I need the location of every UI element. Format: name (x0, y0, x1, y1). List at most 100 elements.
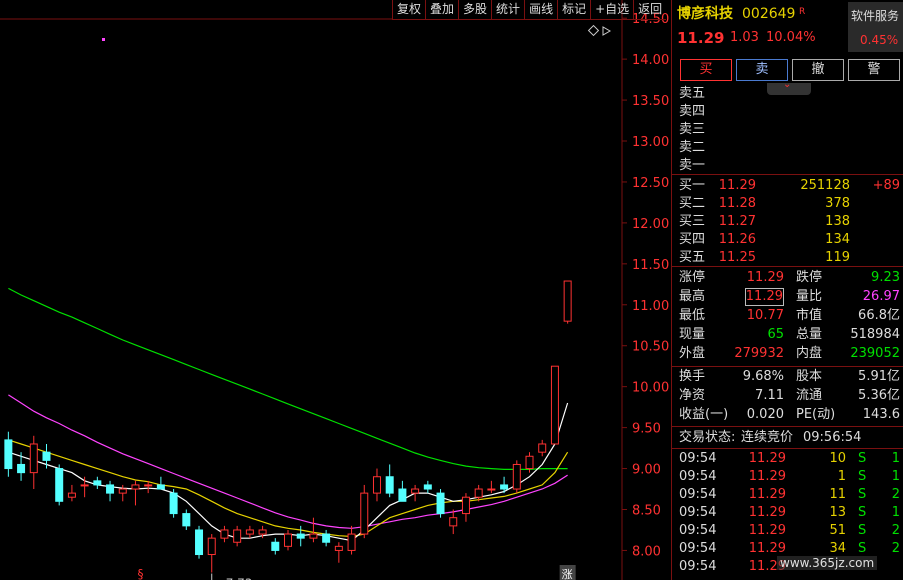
tick-price: 11.29 (748, 469, 786, 484)
stat-value: 9.68% (742, 369, 784, 384)
stat-label: 最高 (679, 289, 706, 304)
price-tick-label: 13.50 (632, 94, 669, 109)
candle-body (207, 537, 216, 556)
bid-price: 11.28 (718, 196, 756, 211)
stat-value: 65 (767, 327, 784, 342)
tick-time: 09:54 (679, 559, 717, 574)
stat-label: 最低 (679, 308, 706, 323)
trade-status-value: 连续竞价 (741, 430, 794, 445)
tick-price: 11.29 (748, 523, 786, 538)
quote-panel: 博彦科技 002649 R 11.29 1.03 10.04% 软件服务 0.4… (671, 0, 903, 580)
ask-label: 卖五 (679, 86, 706, 101)
bid-price: 11.29 (718, 178, 756, 193)
watermark: www.365jz.com (777, 556, 878, 570)
bid-label: 买四 (679, 232, 706, 247)
stat-label: 换手 (679, 369, 706, 384)
toolbar-item[interactable]: 统计 (491, 0, 524, 19)
stat-value: 5.91亿 (858, 369, 900, 384)
tick-count: 2 (891, 541, 900, 556)
candle-body (334, 545, 343, 551)
tick-price: 11.29 (748, 487, 786, 502)
tick-count: 1 (891, 505, 900, 520)
tick-volume: 13 (829, 505, 846, 520)
candle-body (118, 488, 127, 494)
ma5-line (8, 402, 569, 542)
candle-body (93, 480, 102, 486)
stock-name: 博彦科技 (677, 6, 733, 22)
bid-label: 买一 (679, 178, 706, 193)
stat-label: 涨停 (679, 270, 706, 285)
sector-box[interactable]: 软件服务 0.45% (848, 2, 903, 52)
toolbar-item[interactable]: 叠加 (425, 0, 458, 19)
buy-button[interactable]: 买 (680, 59, 732, 81)
stat-value: 7.11 (755, 388, 784, 403)
bid-volume: 119 (825, 250, 850, 265)
stat-label: 流通 (796, 388, 823, 403)
bid-label: 买二 (679, 196, 706, 211)
percent-change: 10.04% (766, 30, 816, 45)
toolbar-item[interactable]: 返回 (633, 0, 666, 19)
candlestick-chart[interactable]: 14.5014.0013.5013.0012.5012.0011.5011.00… (0, 0, 671, 580)
toolbar-item[interactable]: 多股 (458, 0, 491, 19)
chart-toolbar: 复权 叠加 多股 统计 画线 标记 +自选 返回 (392, 0, 667, 20)
candle-body (220, 529, 229, 539)
candle-body (398, 488, 407, 502)
tick-volume: 10 (829, 451, 846, 466)
price-tick-label: 10.50 (632, 340, 669, 355)
alert-button[interactable]: 警 (848, 59, 900, 81)
candle-body (4, 439, 13, 470)
price-tick-label: 13.00 (632, 135, 669, 150)
candle-body (347, 533, 356, 551)
cancel-button[interactable]: 撤 (792, 59, 844, 81)
price-tick-label: 9.50 (632, 422, 661, 437)
candle-body (550, 365, 559, 445)
trade-status-label: 交易状态: (679, 430, 736, 445)
tick-price: 11.29 (748, 505, 786, 520)
stat-value: 5.36亿 (858, 388, 900, 403)
tick-count: 1 (891, 469, 900, 484)
sell-button[interactable]: 卖 (736, 59, 788, 81)
stat-value: 239052 (850, 346, 900, 361)
candle-body (372, 476, 381, 494)
candle-body (500, 484, 509, 490)
stat-label: PE(动) (796, 407, 836, 422)
tick-time: 09:54 (679, 469, 717, 484)
tick-side: S (858, 487, 867, 502)
magenta-dot (102, 38, 105, 41)
price-tick-label: 11.00 (632, 299, 669, 314)
quote-row: 买四 11.26 134 (672, 231, 903, 249)
stock-code: 002649 (742, 6, 796, 22)
ma10-line (8, 439, 569, 538)
quote-row: 卖四 (672, 103, 903, 121)
ask-label: 卖二 (679, 140, 706, 155)
candle-body (449, 517, 458, 527)
stat-value: 518984 (850, 327, 900, 342)
toolbar-item[interactable]: +自选 (590, 0, 633, 19)
quote-row: 收益(一) 0.020 PE(动) 143.6 (672, 406, 903, 424)
stat-label: 跌停 (796, 270, 823, 285)
quote-row: 09:54 11.29 1 S 1 (672, 468, 903, 486)
stat-label: 市值 (796, 308, 823, 323)
candle-body (106, 484, 115, 494)
quote-row: 09:54 11.29 13 S 1 (672, 504, 903, 522)
toolbar-item[interactable]: 画线 (524, 0, 557, 19)
stat-value: 11.29 (746, 270, 784, 285)
toolbar-item[interactable]: 复权 (392, 0, 425, 19)
tick-volume: 1 (837, 469, 846, 484)
tick-time: 09:54 (679, 487, 717, 502)
tick-time: 09:54 (679, 523, 717, 538)
candle-body (131, 484, 140, 490)
stat-value: 279932 (734, 346, 784, 361)
quote-row: 卖五 (672, 85, 903, 103)
candle-body (258, 529, 267, 535)
candle-body (144, 484, 153, 487)
ask-label: 卖四 (679, 104, 706, 119)
candle-body (296, 533, 305, 539)
bid-volume: 378 (825, 196, 850, 211)
bid-change: +89 (872, 178, 900, 193)
candle-body (17, 463, 26, 474)
stat-value: 26.97 (862, 289, 900, 304)
toolbar-item[interactable]: 标记 (557, 0, 590, 19)
tick-side: S (858, 523, 867, 538)
quote-row: 卖一 (672, 157, 903, 175)
